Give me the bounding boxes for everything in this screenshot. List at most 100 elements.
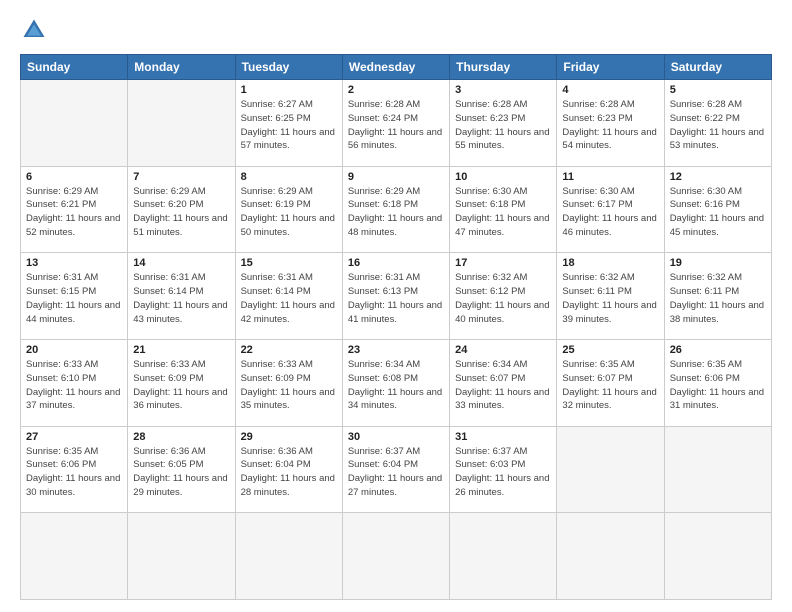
day-number: 12 [670, 171, 766, 183]
calendar-cell: 3 Sunrise: 6:28 AMSunset: 6:23 PMDaylight… [450, 80, 557, 167]
weekday-header-sunday: Sunday [21, 55, 128, 80]
day-number: 11 [562, 171, 658, 183]
weekday-header-friday: Friday [557, 55, 664, 80]
calendar-cell: 20 Sunrise: 6:33 AMSunset: 6:10 PMDayligh… [21, 339, 128, 426]
day-info: Sunrise: 6:29 AMSunset: 6:18 PMDaylight:… [348, 185, 444, 240]
calendar-row: 1Sunrise: 6:27 AMSunset: 6:25 PMDaylight… [21, 80, 772, 167]
calendar-cell: 17Sunrise: 6:32 AMSunset: 6:12 PMDayligh… [450, 253, 557, 340]
day-number: 3 [455, 84, 551, 96]
day-number: 6 [26, 171, 122, 183]
calendar-cell: 8 Sunrise: 6:29 AMSunset: 6:19 PMDaylight… [235, 166, 342, 253]
day-info: Sunrise: 6:28 AMSunset: 6:24 PMDaylight:… [348, 98, 444, 153]
day-number: 29 [241, 431, 337, 443]
day-info: Sunrise: 6:31 AMSunset: 6:14 PMDaylight:… [241, 271, 337, 326]
day-info: Sunrise: 6:33 AMSunset: 6:09 PMDaylight:… [133, 358, 229, 413]
calendar-cell: 19 Sunrise: 6:32 AMSunset: 6:11 PMDayligh… [664, 253, 771, 340]
day-number: 20 [26, 344, 122, 356]
day-number: 18 [562, 257, 658, 269]
day-number: 19 [670, 257, 766, 269]
calendar-cell: 2Sunrise: 6:28 AMSunset: 6:24 PMDaylight… [342, 80, 449, 167]
day-info: Sunrise: 6:29 AMSunset: 6:19 PMDaylight:… [241, 185, 337, 240]
calendar-cell [128, 80, 235, 167]
calendar-cell: 11Sunrise: 6:30 AMSunset: 6:17 PMDayligh… [557, 166, 664, 253]
day-number: 30 [348, 431, 444, 443]
day-number: 28 [133, 431, 229, 443]
calendar-row: 13 Sunrise: 6:31 AMSunset: 6:15 PMDayligh… [21, 253, 772, 340]
calendar-cell: 13 Sunrise: 6:31 AMSunset: 6:15 PMDayligh… [21, 253, 128, 340]
calendar-cell [557, 426, 664, 513]
calendar-cell: 24Sunrise: 6:34 AMSunset: 6:07 PMDayligh… [450, 339, 557, 426]
logo [20, 16, 52, 44]
calendar-cell: 31Sunrise: 6:37 AMSunset: 6:03 PMDayligh… [450, 426, 557, 513]
weekday-header-row: SundayMondayTuesdayWednesdayThursdayFrid… [21, 55, 772, 80]
day-number: 17 [455, 257, 551, 269]
weekday-header-tuesday: Tuesday [235, 55, 342, 80]
day-info: Sunrise: 6:28 AMSunset: 6:22 PMDaylight:… [670, 98, 766, 153]
day-number: 15 [241, 257, 337, 269]
day-number: 26 [670, 344, 766, 356]
calendar-row [21, 513, 772, 600]
day-number: 10 [455, 171, 551, 183]
calendar-cell: 4 Sunrise: 6:28 AMSunset: 6:23 PMDaylight… [557, 80, 664, 167]
day-info: Sunrise: 6:36 AMSunset: 6:05 PMDaylight:… [133, 445, 229, 500]
calendar-cell: 6 Sunrise: 6:29 AMSunset: 6:21 PMDaylight… [21, 166, 128, 253]
day-info: Sunrise: 6:28 AMSunset: 6:23 PMDaylight:… [455, 98, 551, 153]
calendar-cell: 7Sunrise: 6:29 AMSunset: 6:20 PMDaylight… [128, 166, 235, 253]
day-info: Sunrise: 6:31 AMSunset: 6:13 PMDaylight:… [348, 271, 444, 326]
day-info: Sunrise: 6:31 AMSunset: 6:15 PMDaylight:… [26, 271, 122, 326]
calendar-cell: 21 Sunrise: 6:33 AMSunset: 6:09 PMDayligh… [128, 339, 235, 426]
calendar-cell: 22 Sunrise: 6:33 AMSunset: 6:09 PMDayligh… [235, 339, 342, 426]
calendar-cell [21, 513, 128, 600]
day-number: 1 [241, 84, 337, 96]
day-info: Sunrise: 6:28 AMSunset: 6:23 PMDaylight:… [562, 98, 658, 153]
day-info: Sunrise: 6:29 AMSunset: 6:21 PMDaylight:… [26, 185, 122, 240]
calendar-cell: 26 Sunrise: 6:35 AMSunset: 6:06 PMDayligh… [664, 339, 771, 426]
day-number: 14 [133, 257, 229, 269]
calendar-cell: 25Sunrise: 6:35 AMSunset: 6:07 PMDayligh… [557, 339, 664, 426]
day-number: 27 [26, 431, 122, 443]
weekday-header-saturday: Saturday [664, 55, 771, 80]
day-info: Sunrise: 6:34 AMSunset: 6:08 PMDaylight:… [348, 358, 444, 413]
calendar-cell: 23 Sunrise: 6:34 AMSunset: 6:08 PMDayligh… [342, 339, 449, 426]
page: SundayMondayTuesdayWednesdayThursdayFrid… [0, 0, 792, 612]
day-info: Sunrise: 6:32 AMSunset: 6:11 PMDaylight:… [562, 271, 658, 326]
day-info: Sunrise: 6:34 AMSunset: 6:07 PMDaylight:… [455, 358, 551, 413]
day-number: 31 [455, 431, 551, 443]
calendar-cell: 18 Sunrise: 6:32 AMSunset: 6:11 PMDayligh… [557, 253, 664, 340]
day-info: Sunrise: 6:29 AMSunset: 6:20 PMDaylight:… [133, 185, 229, 240]
calendar-cell: 1Sunrise: 6:27 AMSunset: 6:25 PMDaylight… [235, 80, 342, 167]
day-info: Sunrise: 6:31 AMSunset: 6:14 PMDaylight:… [133, 271, 229, 326]
day-info: Sunrise: 6:30 AMSunset: 6:18 PMDaylight:… [455, 185, 551, 240]
calendar-cell: 12Sunrise: 6:30 AMSunset: 6:16 PMDayligh… [664, 166, 771, 253]
day-info: Sunrise: 6:36 AMSunset: 6:04 PMDaylight:… [241, 445, 337, 500]
calendar-cell: 14 Sunrise: 6:31 AMSunset: 6:14 PMDayligh… [128, 253, 235, 340]
calendar-cell [128, 513, 235, 600]
calendar-cell: 5 Sunrise: 6:28 AMSunset: 6:22 PMDaylight… [664, 80, 771, 167]
calendar-cell: 15 Sunrise: 6:31 AMSunset: 6:14 PMDayligh… [235, 253, 342, 340]
weekday-header-thursday: Thursday [450, 55, 557, 80]
header [20, 16, 772, 44]
calendar-cell: 27Sunrise: 6:35 AMSunset: 6:06 PMDayligh… [21, 426, 128, 513]
calendar-row: 20 Sunrise: 6:33 AMSunset: 6:10 PMDayligh… [21, 339, 772, 426]
calendar-row: 6 Sunrise: 6:29 AMSunset: 6:21 PMDaylight… [21, 166, 772, 253]
day-number: 8 [241, 171, 337, 183]
day-number: 16 [348, 257, 444, 269]
day-number: 5 [670, 84, 766, 96]
weekday-header-wednesday: Wednesday [342, 55, 449, 80]
day-info: Sunrise: 6:33 AMSunset: 6:10 PMDaylight:… [26, 358, 122, 413]
day-number: 23 [348, 344, 444, 356]
day-number: 22 [241, 344, 337, 356]
calendar-cell: 30Sunrise: 6:37 AMSunset: 6:04 PMDayligh… [342, 426, 449, 513]
calendar-cell: 28 Sunrise: 6:36 AMSunset: 6:05 PMDayligh… [128, 426, 235, 513]
weekday-header-monday: Monday [128, 55, 235, 80]
day-number: 4 [562, 84, 658, 96]
day-info: Sunrise: 6:32 AMSunset: 6:11 PMDaylight:… [670, 271, 766, 326]
day-number: 21 [133, 344, 229, 356]
calendar-table: SundayMondayTuesdayWednesdayThursdayFrid… [20, 54, 772, 600]
day-number: 13 [26, 257, 122, 269]
calendar-cell: 10 Sunrise: 6:30 AMSunset: 6:18 PMDayligh… [450, 166, 557, 253]
day-info: Sunrise: 6:35 AMSunset: 6:07 PMDaylight:… [562, 358, 658, 413]
day-info: Sunrise: 6:33 AMSunset: 6:09 PMDaylight:… [241, 358, 337, 413]
day-info: Sunrise: 6:35 AMSunset: 6:06 PMDaylight:… [670, 358, 766, 413]
day-number: 9 [348, 171, 444, 183]
